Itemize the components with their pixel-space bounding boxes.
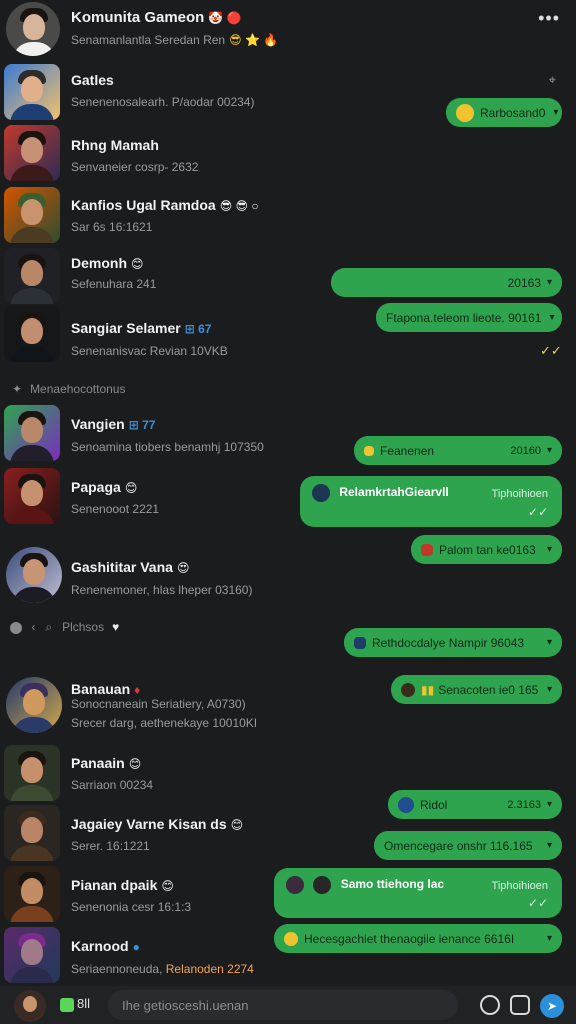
chat-header: Komunita Gameon 🤡 🔴 Senamanlantla Seredan… xyxy=(0,0,576,58)
contact-preview-line2: Srecer darg, aethenekaye 10010KI xyxy=(71,716,258,730)
contact-name: Karnood ● xyxy=(71,938,140,954)
contact-preview: Seriaennoneuda, Relanoden 2274 xyxy=(71,962,254,976)
avatar xyxy=(6,677,62,733)
avatar xyxy=(4,187,60,243)
avatar xyxy=(4,64,60,120)
section-divider: ‹ ⌕ Plchsos ♥ xyxy=(10,620,119,635)
contact-preview: Sar 6s 16:1621 xyxy=(71,220,153,234)
attach-icon[interactable] xyxy=(510,995,530,1015)
list-item[interactable]: Rhng Mamah Senvaneier cosrp- 2632 xyxy=(0,125,576,185)
avatar xyxy=(4,866,60,922)
chat-subtitle: Senamanlantla Seredan Ren 😎 ⭐ 🔥 xyxy=(71,33,279,47)
message-bubble[interactable]: 20163 ▾ xyxy=(331,268,562,297)
emoji-icon xyxy=(10,621,22,634)
contact-preview: Senenooot 2221 xyxy=(71,502,160,516)
avatar xyxy=(4,306,60,362)
contact-name: Kanfios Ugal Ramdoa 😎 😎 ○ xyxy=(71,197,259,213)
contact-name: Banauan ♦ xyxy=(71,681,141,697)
contact-preview: Senvaneier cosrp- 2632 xyxy=(71,160,199,174)
avatar xyxy=(4,468,60,524)
list-item[interactable]: Gashititar Vana 😍 Renenemoner, hlas lhepe… xyxy=(0,547,576,607)
message-input[interactable]: Ihe getiosceshi.uenan xyxy=(108,990,458,1020)
contact-name: Papaga 😊 xyxy=(71,479,138,495)
contact-name: Gatles xyxy=(71,72,114,88)
contact-name: Pianan dpaik 😊 xyxy=(71,877,174,893)
message-bubble[interactable]: Rethdocdalye Nampir 96043 ▾ xyxy=(344,628,562,657)
contact-name: Sangiar Selamer ⊞ 67 xyxy=(71,320,212,336)
list-item[interactable]: Kanfios Ugal Ramdoa 😎 😎 ○ Sar 6s 16:1621 xyxy=(0,187,576,247)
avatar xyxy=(4,248,60,304)
avatar xyxy=(6,547,62,603)
message-bubble[interactable]: Feanenen 20160 ▾ xyxy=(354,436,562,465)
contact-name: Rhng Mamah xyxy=(71,137,159,153)
sticker-badge[interactable]: 8ll xyxy=(60,996,90,1012)
contact-name: Vangien ⊞ 77 xyxy=(71,416,156,432)
message-bubble[interactable]: Rarbosand0 ▾ xyxy=(446,98,562,127)
contact-preview: Sonocnaneain Seriatiery, A0730) xyxy=(71,697,246,711)
avatar xyxy=(4,805,60,861)
more-options-icon[interactable]: ••• xyxy=(538,8,560,29)
pin-icon: ⌖ xyxy=(548,72,556,87)
contact-preview: Sefenuhara 241 xyxy=(71,277,157,291)
message-bubble-media[interactable]: Samo ttiehong lac Tiphoihioen ✓✓ xyxy=(274,868,562,918)
avatar xyxy=(4,405,60,461)
contact-preview: Senenonia cesr 16:1:3 xyxy=(71,900,192,914)
contact-name: Gashititar Vana 😍 xyxy=(71,559,190,575)
contact-name: Panaain 😊 xyxy=(71,755,142,771)
contact-preview: Senenanisvac Revian 10VKB xyxy=(71,344,228,358)
double-check-icon: ✓✓ xyxy=(527,505,548,519)
contact-name: Demonh 😊 xyxy=(71,255,144,271)
section-divider: ✦ Menaehocottonus xyxy=(12,382,126,396)
contact-preview: Sarriaon 00234 xyxy=(71,778,154,792)
group-avatar[interactable] xyxy=(6,2,60,56)
chat-title: Komunita Gameon 🤡 🔴 xyxy=(71,9,242,26)
message-bubble[interactable]: Ftapona.teleom lieote. 90161 ▾ xyxy=(376,303,562,332)
message-bubble[interactable]: ▮▮ Senacoten ie0 165 ▾ xyxy=(391,675,562,704)
contact-preview: Senenenosalearh. P/aodar 00234) xyxy=(71,95,255,109)
avatar xyxy=(4,745,60,801)
message-composer: 8ll Ihe getiosceshi.uenan ➤ xyxy=(0,986,576,1024)
contact-preview: Senoamina tiobers benamhj 107350 xyxy=(71,440,264,454)
avatar xyxy=(4,125,60,181)
double-check-icon: ✓✓ xyxy=(527,896,548,910)
my-avatar[interactable] xyxy=(14,990,46,1022)
emoji-icon[interactable] xyxy=(480,995,500,1015)
message-bubble-media[interactable]: RelamkrtahGiearvll Tiphoihioen ✓✓ xyxy=(300,476,562,527)
contact-preview: Serer. 16:1221 xyxy=(71,839,150,853)
contact-preview: Renenemoner, hlas lheper 03160) xyxy=(71,583,253,597)
avatar xyxy=(4,927,60,983)
send-icon[interactable]: ➤ xyxy=(540,994,564,1018)
contact-name: Jagaiey Varne Kisan ds 😊 xyxy=(71,816,244,832)
message-bubble[interactable]: Omencegare onshr 116.165 ▾ xyxy=(374,831,562,860)
double-check-icon: ✓✓ xyxy=(540,343,562,358)
message-bubble[interactable]: Hecesgachiet thenaogiie ienance 6616I ▾ xyxy=(274,924,562,953)
